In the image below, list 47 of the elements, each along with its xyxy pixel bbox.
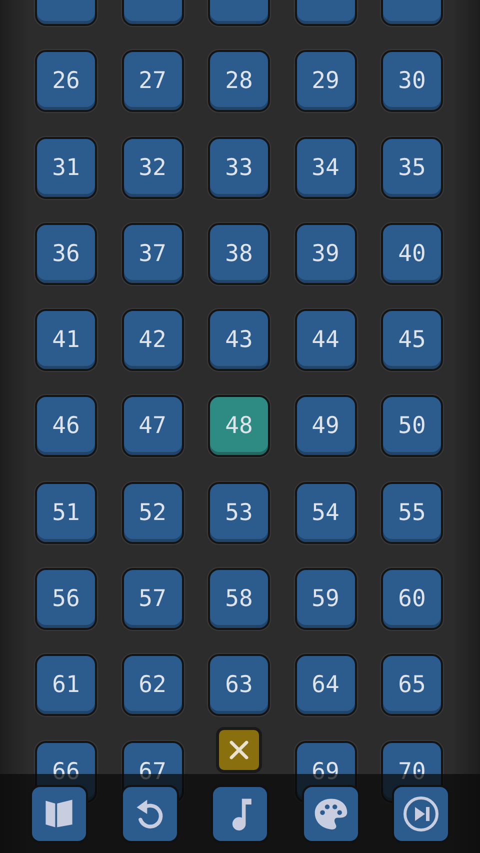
level-tile[interactable]: 33	[208, 136, 270, 199]
map-button[interactable]	[30, 784, 88, 842]
level-tile[interactable]: 57	[122, 568, 184, 630]
level-tile[interactable]: 63	[208, 654, 270, 716]
level-tile[interactable]: 41	[35, 309, 97, 372]
level-tile[interactable]: 46	[35, 395, 97, 458]
music-button[interactable]	[211, 784, 269, 842]
level-tile[interactable]: 55	[381, 482, 443, 544]
palette-button[interactable]	[302, 784, 360, 842]
level-tile[interactable]: 36	[35, 222, 97, 285]
level-tile[interactable]: 54	[294, 482, 356, 544]
close-button[interactable]	[216, 726, 262, 773]
level-tile[interactable]: 52	[122, 482, 184, 544]
skip-button[interactable]	[392, 784, 450, 842]
level-tile[interactable]: 49	[294, 395, 356, 458]
level-tile[interactable]: 53	[208, 482, 270, 544]
level-tile[interactable]: 39	[294, 222, 356, 285]
level-tile[interactable]: 61	[35, 654, 97, 716]
level-tile[interactable]: 42	[122, 309, 184, 372]
level-tile[interactable]: 38	[208, 222, 270, 285]
level-tile[interactable]: 47	[122, 395, 184, 458]
level-tile[interactable]: 34	[294, 136, 356, 199]
level-tile[interactable]: 26	[35, 50, 97, 112]
level-tile[interactable]: 40	[381, 222, 443, 285]
level-tile[interactable]: 29	[294, 50, 356, 112]
level-tile[interactable]: 64	[294, 654, 356, 716]
level-tile[interactable]: 65	[381, 654, 443, 716]
level-tile[interactable]: 51	[35, 482, 97, 544]
undo-button[interactable]	[120, 784, 178, 842]
level-tile[interactable]: 37	[122, 222, 184, 285]
level-tile[interactable]: 60	[381, 568, 443, 630]
level-tile[interactable]: 28	[208, 50, 270, 112]
level-tile[interactable]: 35	[381, 136, 443, 199]
level-tile[interactable]: 27	[122, 50, 184, 112]
level-tile[interactable]: 62	[122, 654, 184, 716]
level-tile[interactable]: 43	[208, 309, 270, 372]
level-tile[interactable]: 59	[294, 568, 356, 630]
level-tile[interactable]: 31	[35, 136, 97, 199]
level-tile[interactable]: 45	[381, 309, 443, 372]
level-tile[interactable]: 30	[381, 50, 443, 112]
skip-next-icon	[401, 794, 441, 834]
level-tile[interactable]: 32	[122, 136, 184, 199]
level-tile[interactable]: 44	[294, 309, 356, 372]
level-tile[interactable]: 48	[208, 395, 270, 458]
level-tile[interactable]: 58	[208, 568, 270, 630]
level-tile[interactable]: 56	[35, 568, 97, 630]
level-tile[interactable]: 50	[381, 395, 443, 458]
